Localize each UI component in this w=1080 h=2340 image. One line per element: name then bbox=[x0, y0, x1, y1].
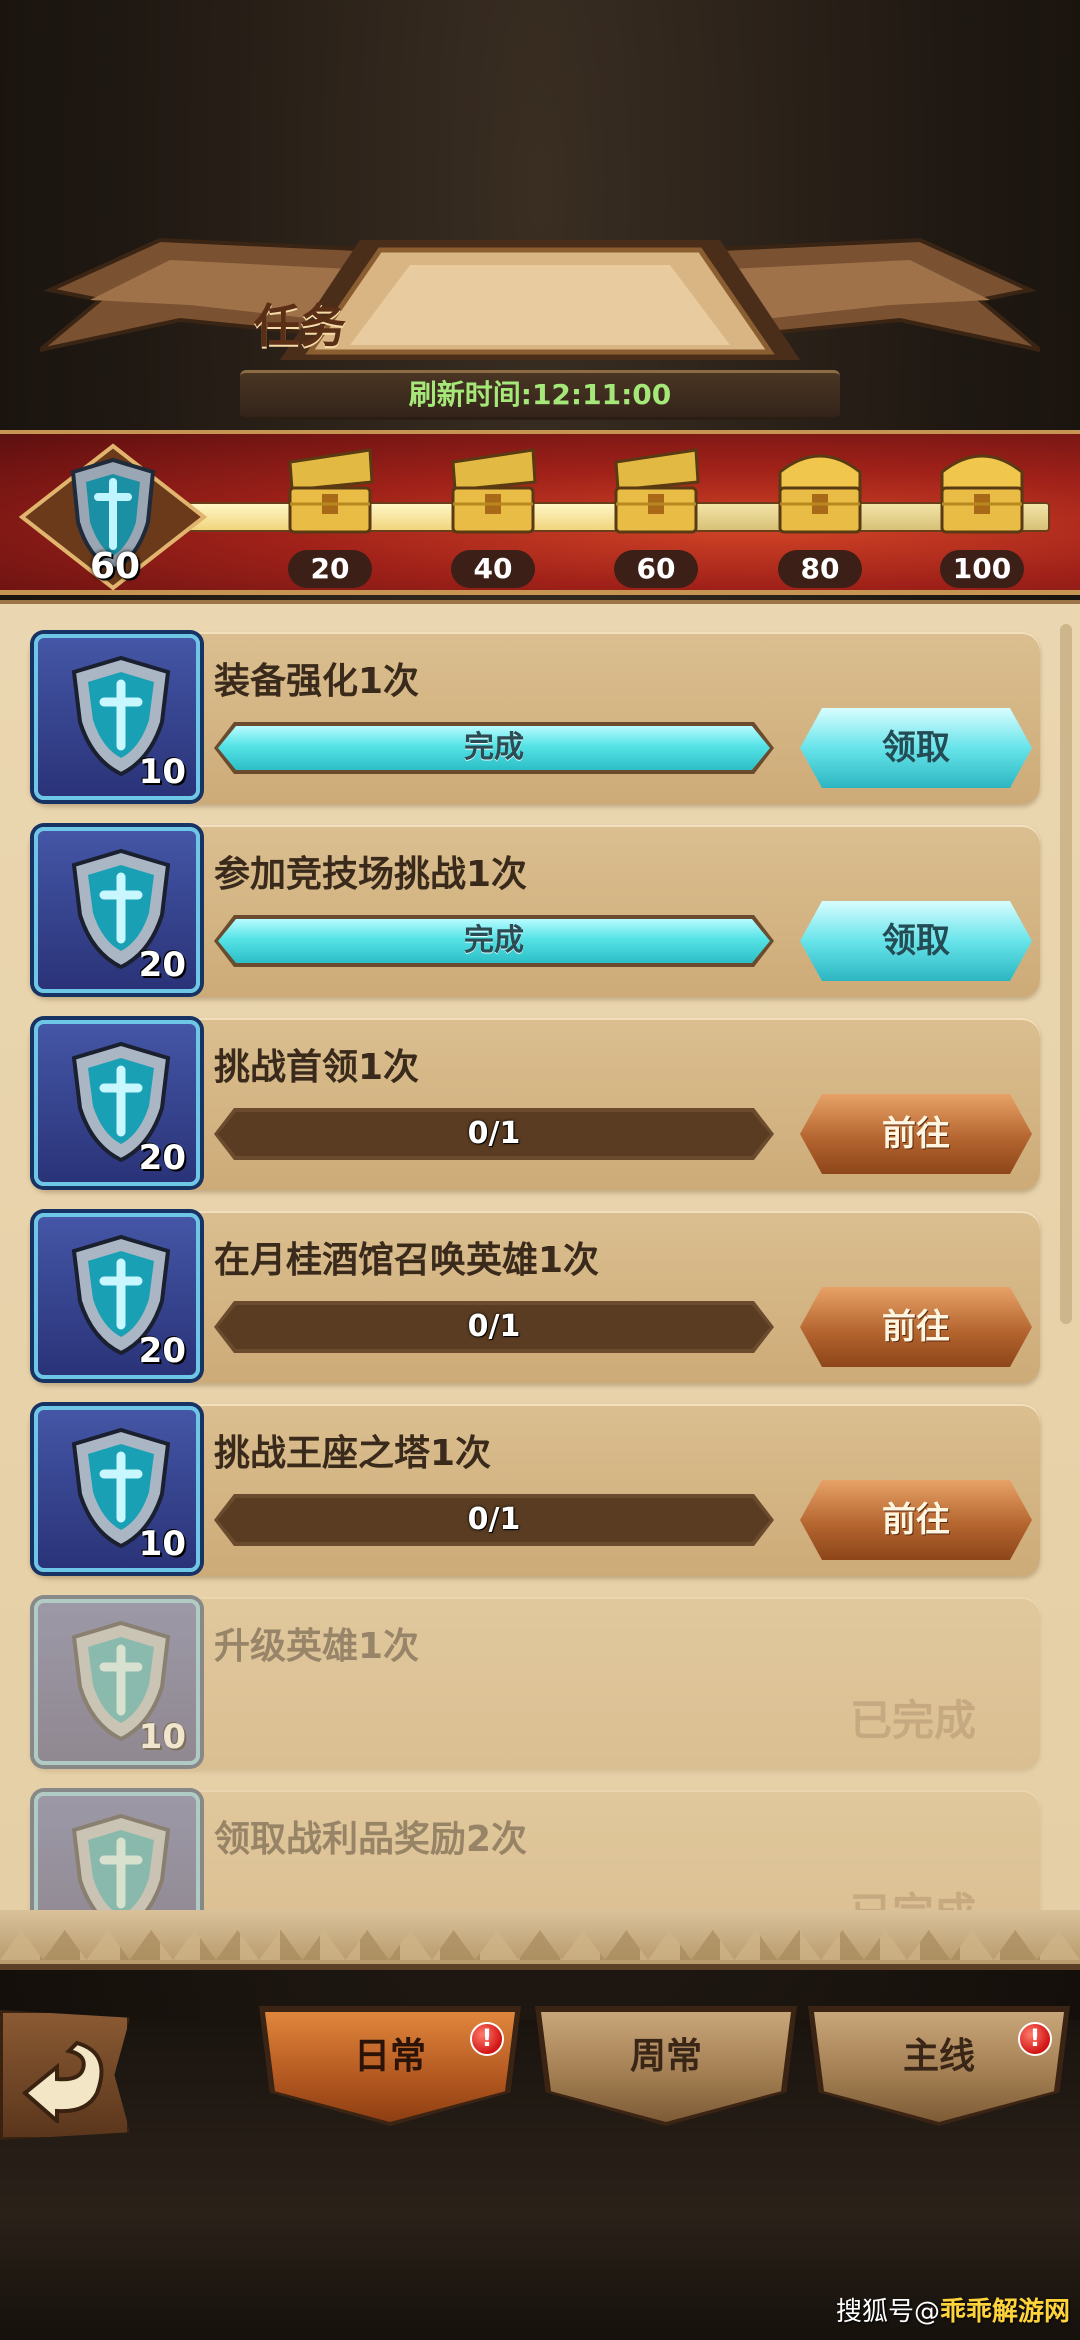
milestone-chest-1[interactable]: 40 bbox=[433, 442, 553, 592]
task-reward-icon: 20 bbox=[34, 827, 200, 993]
watermark: 搜狐号@乖乖解游网 bbox=[835, 2297, 1070, 2327]
tab-main-quest-notification-badge: ! bbox=[1018, 2022, 1052, 2056]
milestone-threshold: 20 bbox=[288, 550, 372, 588]
task-progress-bar: 完成 bbox=[214, 915, 774, 967]
milestone-threshold: 100 bbox=[940, 550, 1024, 588]
task-progress-bar: 完成 bbox=[214, 722, 774, 774]
task-card: 领取战利品奖励2次已完成 bbox=[30, 1790, 1040, 1910]
panel-bottom-edge bbox=[0, 1910, 1080, 1970]
shield-icon bbox=[71, 1813, 171, 1910]
go-button[interactable]: 前往 bbox=[800, 1480, 1032, 1560]
milestone-chest-3[interactable]: 80 bbox=[760, 442, 880, 592]
treasure-chest-icon bbox=[451, 448, 537, 534]
task-reward-icon: 10 bbox=[34, 1599, 200, 1765]
task-list-scrollbar[interactable] bbox=[1060, 624, 1072, 1324]
task-progress-text: 0/1 bbox=[467, 1309, 521, 1344]
task-name: 领取战利品奖励2次 bbox=[214, 1819, 528, 1860]
claim-button[interactable]: 领取 bbox=[800, 901, 1032, 981]
task-name: 挑战王座之塔1次 bbox=[214, 1433, 492, 1474]
task-card: 20 挑战首领1次 0/1 前往 bbox=[30, 1018, 1040, 1190]
refresh-timer: 刷新时间:12:11:00 bbox=[240, 370, 840, 420]
task-name: 装备强化1次 bbox=[214, 661, 420, 702]
task-card: 10 挑战王座之塔1次 0/1 前往 bbox=[30, 1404, 1040, 1576]
treasure-chest-icon bbox=[288, 448, 374, 534]
task-reward-icon: 10 bbox=[34, 1406, 200, 1572]
claim-button[interactable]: 领取 bbox=[800, 708, 1032, 788]
treasure-chest-icon bbox=[940, 454, 1024, 534]
task-progress-bar: 0/1 bbox=[214, 1494, 774, 1546]
task-name: 参加竞技场挑战1次 bbox=[214, 854, 528, 895]
task-points: 10 bbox=[138, 752, 186, 792]
task-points: 10 bbox=[138, 1717, 186, 1757]
task-points: 20 bbox=[138, 1331, 186, 1371]
task-card: 20 在月桂酒馆召唤英雄1次 0/1 前往 bbox=[30, 1211, 1040, 1383]
go-button[interactable]: 前往 bbox=[800, 1094, 1032, 1174]
task-progress-text: 0/1 bbox=[467, 1116, 521, 1151]
milestone-chest-4[interactable]: 100 bbox=[922, 442, 1042, 592]
task-reward-icon bbox=[34, 1792, 200, 1910]
task-points: 20 bbox=[138, 1138, 186, 1178]
task-points: 10 bbox=[138, 1524, 186, 1564]
task-progress-text: 0/1 bbox=[467, 1502, 521, 1537]
page-title: 任务 bbox=[254, 299, 346, 353]
treasure-chest-icon bbox=[614, 448, 700, 534]
task-list-panel: 10 装备强化1次 完成 领取 20 参加竞技场挑战1次 完成 领取 20 挑战首领1次 0/1 前往… bbox=[0, 600, 1080, 1910]
task-card: 20 参加竞技场挑战1次完成 领取 bbox=[30, 825, 1040, 997]
task-card: 10 装备强化1次完成 领取 bbox=[30, 632, 1040, 804]
back-button[interactable] bbox=[0, 2010, 130, 2140]
activity-progress-strip: 60 20 40 60 80 100 bbox=[0, 430, 1080, 595]
go-button[interactable]: 前往 bbox=[800, 1287, 1032, 1367]
task-reward-icon: 10 bbox=[34, 634, 200, 800]
tab-daily-notification-badge: ! bbox=[470, 2022, 504, 2056]
milestone-threshold: 40 bbox=[451, 550, 535, 588]
milestone-threshold: 80 bbox=[778, 550, 862, 588]
task-name: 挑战首领1次 bbox=[214, 1047, 420, 1088]
task-completed-label: 已完成 bbox=[850, 1696, 977, 1745]
header: 任务 刷新时间:12:11:00 bbox=[0, 220, 1080, 430]
task-progress-text: 完成 bbox=[464, 923, 524, 958]
task-reward-icon: 20 bbox=[34, 1020, 200, 1186]
task-progress-bar: 0/1 bbox=[214, 1301, 774, 1353]
milestone-threshold: 60 bbox=[614, 550, 698, 588]
task-completed-label: 已完成 bbox=[850, 1880, 976, 1910]
task-progress-text: 完成 bbox=[464, 730, 524, 765]
task-points: 20 bbox=[138, 945, 186, 985]
activity-points-value: 60 bbox=[89, 546, 141, 587]
back-arrow-icon bbox=[21, 2040, 104, 2123]
task-reward-icon: 20 bbox=[34, 1213, 200, 1379]
task-name: 在月桂酒馆召唤英雄1次 bbox=[214, 1240, 600, 1281]
milestone-chest-0[interactable]: 20 bbox=[270, 442, 390, 592]
task-card: 10 升级英雄1次已完成 bbox=[30, 1597, 1040, 1769]
task-name: 升级英雄1次 bbox=[214, 1626, 420, 1667]
milestone-chest-2[interactable]: 60 bbox=[596, 442, 716, 592]
treasure-chest-icon bbox=[778, 454, 862, 534]
task-progress-bar: 0/1 bbox=[214, 1108, 774, 1160]
